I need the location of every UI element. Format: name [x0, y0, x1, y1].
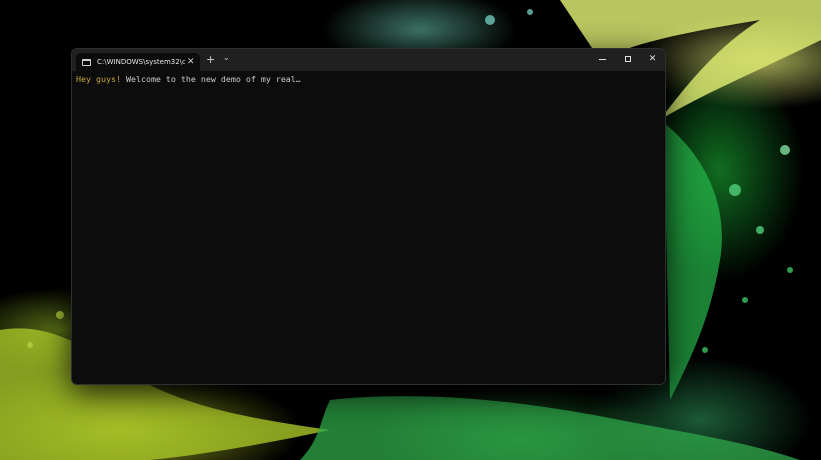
chevron-down-icon[interactable]: ⌄	[223, 54, 230, 62]
tab-close-icon[interactable]: ✕	[187, 57, 195, 67]
message-text: Welcome to the new demo of my real…	[120, 74, 301, 84]
window-controls: ✕	[590, 49, 665, 71]
droplet	[702, 347, 708, 353]
maximize-button[interactable]	[615, 49, 640, 69]
desktop: C:\WINDOWS\system32\cmd. ✕ + ⌄ ✕ Hey guy…	[0, 0, 821, 460]
console-output[interactable]: Hey guys! Welcome to the new demo of my …	[76, 73, 661, 380]
title-bar[interactable]: C:\WINDOWS\system32\cmd. ✕ + ⌄ ✕	[72, 49, 665, 71]
splash-stream-bottom	[300, 396, 800, 460]
tab-title: C:\WINDOWS\system32\cmd.	[97, 58, 185, 66]
new-tab-button[interactable]: +	[206, 54, 215, 65]
droplet	[485, 15, 495, 25]
droplet	[27, 342, 33, 348]
terminal-icon	[82, 58, 91, 66]
droplet	[756, 226, 764, 234]
close-button[interactable]: ✕	[640, 49, 665, 69]
maximize-icon	[624, 56, 631, 62]
minimize-button[interactable]	[590, 49, 615, 69]
close-icon: ✕	[648, 54, 657, 64]
splash-stream-right	[660, 120, 722, 400]
droplet	[780, 145, 790, 155]
minimize-icon	[599, 58, 606, 60]
droplet	[787, 267, 793, 273]
terminal-window[interactable]: C:\WINDOWS\system32\cmd. ✕ + ⌄ ✕ Hey guy…	[71, 48, 666, 385]
greeting-text: Hey guys!	[76, 74, 121, 84]
droplet	[527, 9, 533, 15]
droplet	[56, 311, 64, 319]
droplet	[742, 297, 748, 303]
droplet	[729, 184, 741, 196]
tab-cmd[interactable]: C:\WINDOWS\system32\cmd. ✕	[76, 53, 200, 71]
